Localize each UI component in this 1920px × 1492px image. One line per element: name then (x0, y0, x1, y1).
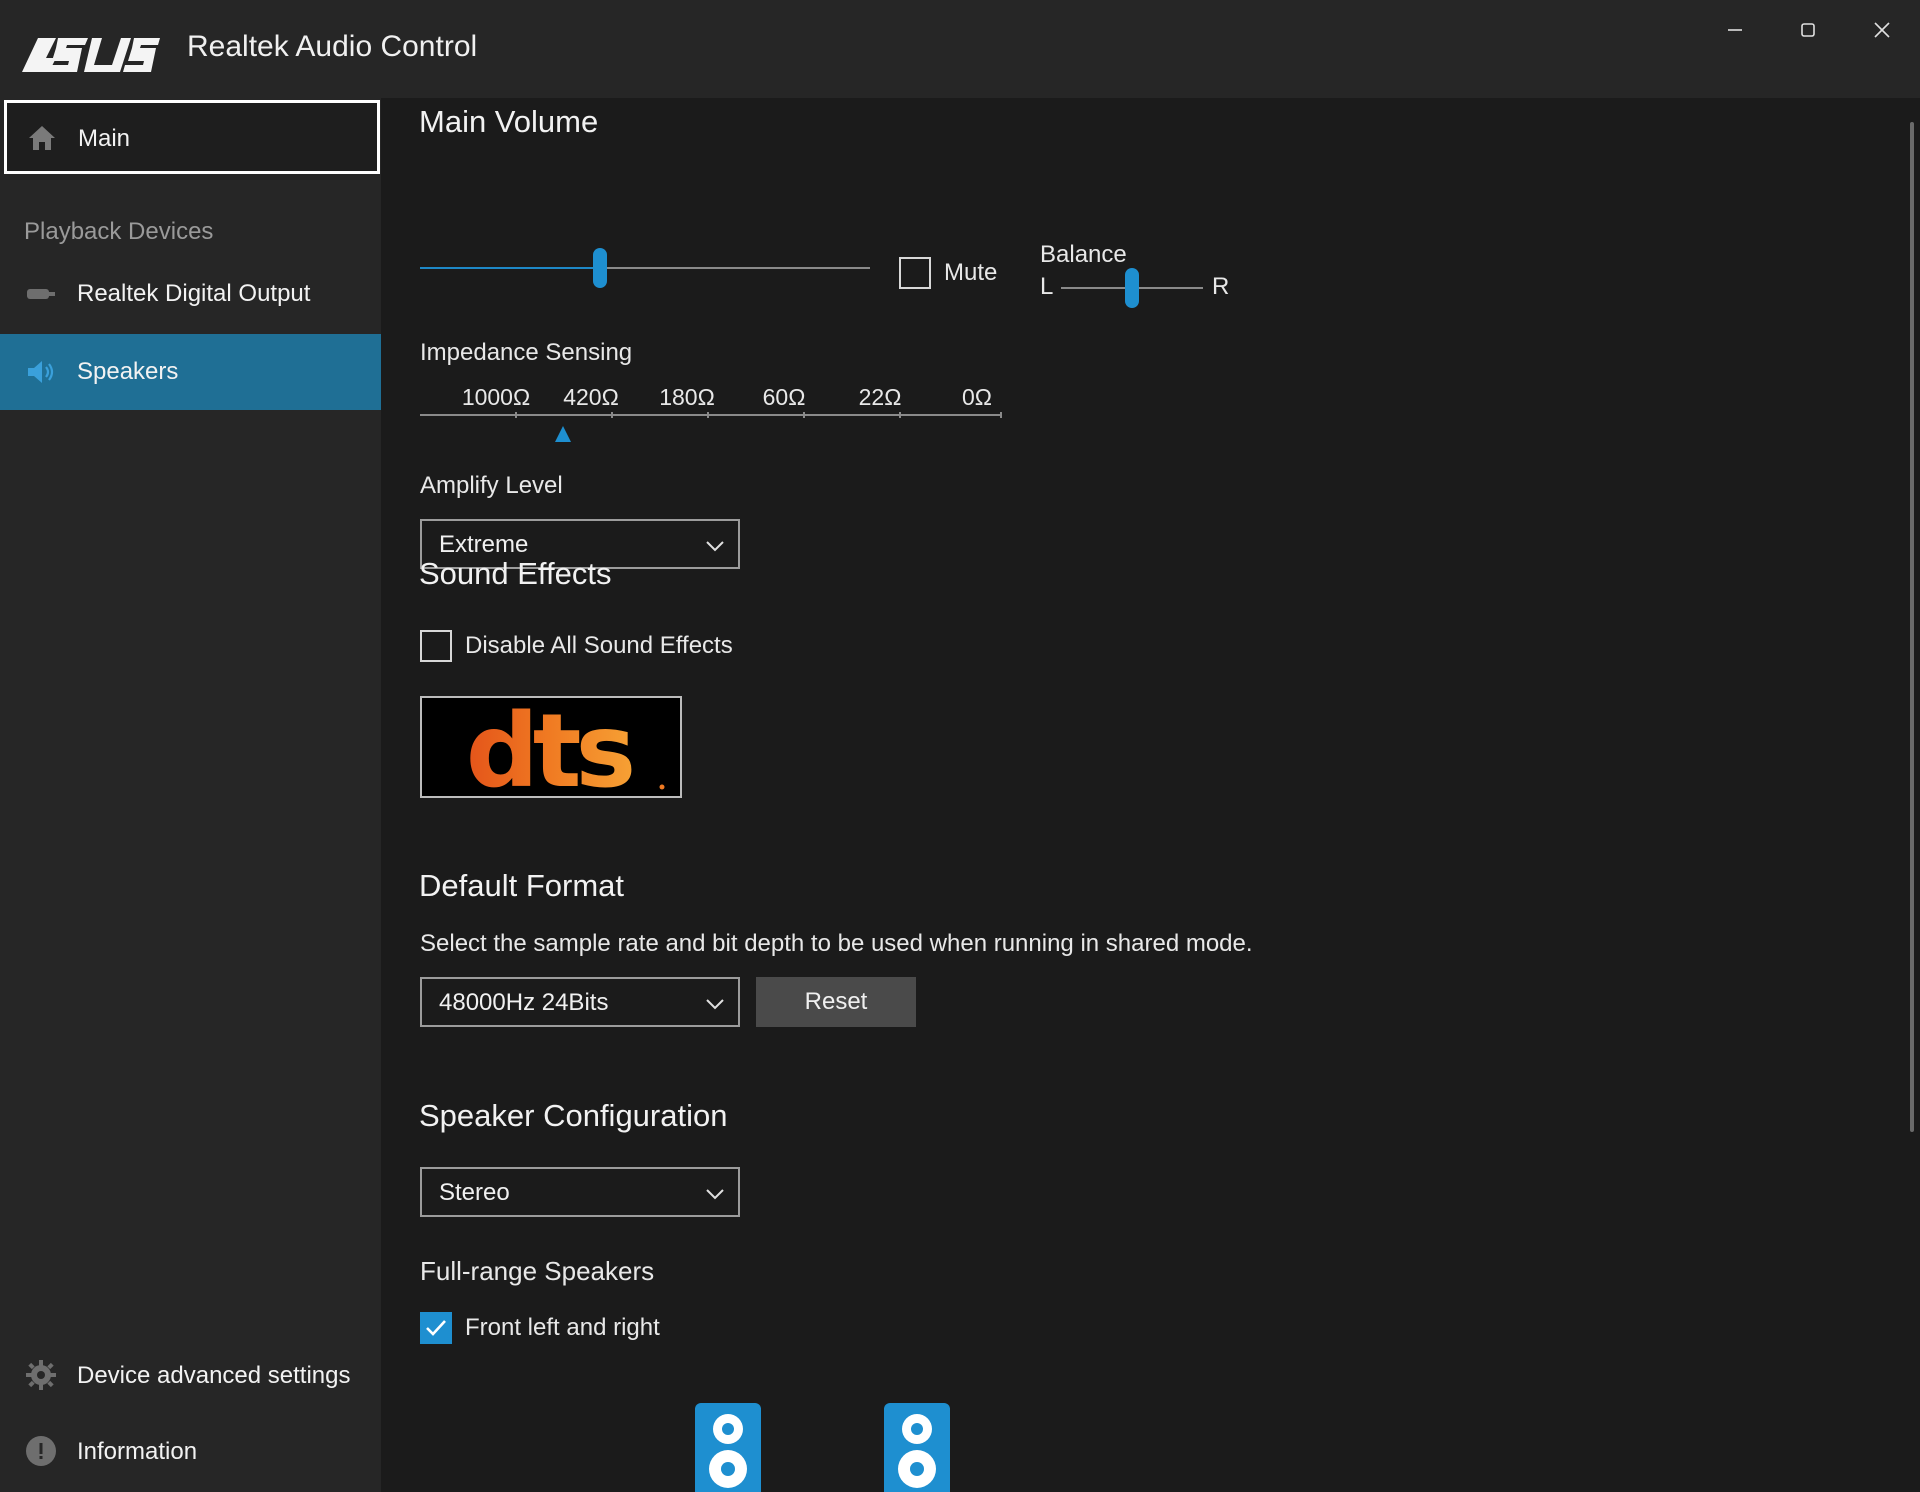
speaker-configuration-select[interactable]: Stereo (420, 1167, 740, 1217)
default-format-value: 48000Hz 24Bits (439, 989, 609, 1016)
mute-label: Mute (944, 259, 998, 286)
default-format-select[interactable]: 48000Hz 24Bits (420, 977, 740, 1027)
close-icon (1874, 22, 1890, 38)
impedance-tick: 60Ω (762, 384, 806, 410)
impedance-tick: 420Ω (563, 384, 619, 410)
volume-slider[interactable] (420, 248, 870, 288)
impedance-scale (420, 412, 1002, 442)
default-format-description: Select the sample rate and bit depth to … (420, 930, 1253, 957)
info-icon (24, 1434, 58, 1468)
default-format-title: Default Format (419, 868, 625, 903)
impedance-tick: 22Ω (858, 384, 902, 410)
amplify-level-value: Extreme (439, 531, 529, 558)
speaker-icon (24, 355, 58, 389)
impedance-tick: 180Ω (659, 384, 715, 410)
balance-left-label: L (1040, 273, 1054, 300)
disable-sound-effects-label: Disable All Sound Effects (465, 632, 733, 659)
gear-icon (24, 1358, 58, 1392)
impedance-tick: 1000Ω (461, 384, 531, 410)
chevron-down-icon (706, 1189, 724, 1200)
sidebar-item-information[interactable]: Information (0, 1414, 381, 1490)
maximize-icon (1801, 23, 1815, 37)
front-left-right-label: Front left and right (465, 1314, 660, 1341)
home-icon (25, 121, 59, 155)
chevron-down-icon (706, 541, 724, 552)
balance-slider-thumb[interactable] (1125, 268, 1139, 308)
main-volume-title: Main Volume (419, 104, 599, 139)
front-left-right-checkbox[interactable] (420, 1312, 452, 1344)
checkmark-icon (426, 1320, 446, 1336)
amplify-label: Amplify Level (420, 472, 563, 499)
asus-logo (22, 38, 160, 72)
scrollbar[interactable] (1910, 122, 1914, 1132)
app-title: Realtek Audio Control (187, 30, 478, 63)
dts-logo: dts (420, 696, 682, 798)
close-button[interactable] (1852, 10, 1912, 50)
sidebar-item-speakers[interactable]: Speakers (0, 334, 381, 410)
impedance-tick-labels: 1000Ω 420Ω 180Ω 60Ω 22Ω 0Ω (420, 384, 1020, 414)
sidebar-item-label: Speakers (77, 358, 179, 385)
digital-output-icon (24, 277, 58, 311)
front-left-right-toggle[interactable]: Front left and right (420, 1308, 720, 1348)
impedance-label: Impedance Sensing (420, 339, 633, 366)
sidebar-item-label: Information (77, 1438, 198, 1465)
front-right-speaker-icon[interactable] (884, 1403, 950, 1492)
main-panel: Main Volume Mute Balance L R Impedance S… (381, 98, 1920, 1492)
disable-sound-effects-toggle[interactable]: Disable All Sound Effects (420, 626, 760, 666)
minimize-icon (1728, 29, 1742, 31)
impedance-indicator (555, 426, 571, 442)
sidebar-item-label: Realtek Digital Output (77, 280, 311, 307)
nav-main-label: Main (78, 125, 131, 152)
speaker-configuration-title: Speaker Configuration (419, 1098, 728, 1133)
balance-slider[interactable] (1061, 268, 1203, 308)
chevron-down-icon (706, 999, 724, 1010)
nav-main[interactable]: Main (4, 100, 380, 174)
playback-devices-caption: Playback Devices (24, 218, 214, 245)
speaker-configuration-value: Stereo (439, 1179, 510, 1206)
front-left-speaker-icon[interactable] (695, 1403, 761, 1492)
title-bar: Realtek Audio Control (0, 0, 1920, 98)
sidebar-item-digital-output[interactable]: Realtek Digital Output (0, 256, 381, 332)
minimize-button[interactable] (1705, 10, 1765, 50)
maximize-button[interactable] (1778, 10, 1838, 50)
reset-button[interactable]: Reset (756, 977, 916, 1027)
sound-effects-title: Sound Effects (419, 556, 612, 591)
sidebar: Main Playback Devices Realtek Digital Ou… (0, 98, 381, 1492)
balance-label: Balance (1040, 241, 1127, 268)
volume-slider-thumb[interactable] (593, 248, 607, 288)
disable-sound-effects-checkbox[interactable] (420, 630, 452, 662)
mute-toggle[interactable]: Mute (899, 253, 1029, 293)
svg-text:dts: dts (466, 696, 632, 798)
volume-slider-fill (420, 267, 600, 269)
impedance-tick: 0Ω (962, 384, 992, 410)
mute-checkbox[interactable] (899, 257, 931, 289)
sidebar-item-label: Device advanced settings (77, 1362, 351, 1389)
full-range-speakers-label: Full-range Speakers (420, 1256, 655, 1286)
sidebar-item-device-advanced-settings[interactable]: Device advanced settings (0, 1338, 381, 1414)
balance-right-label: R (1212, 273, 1230, 300)
